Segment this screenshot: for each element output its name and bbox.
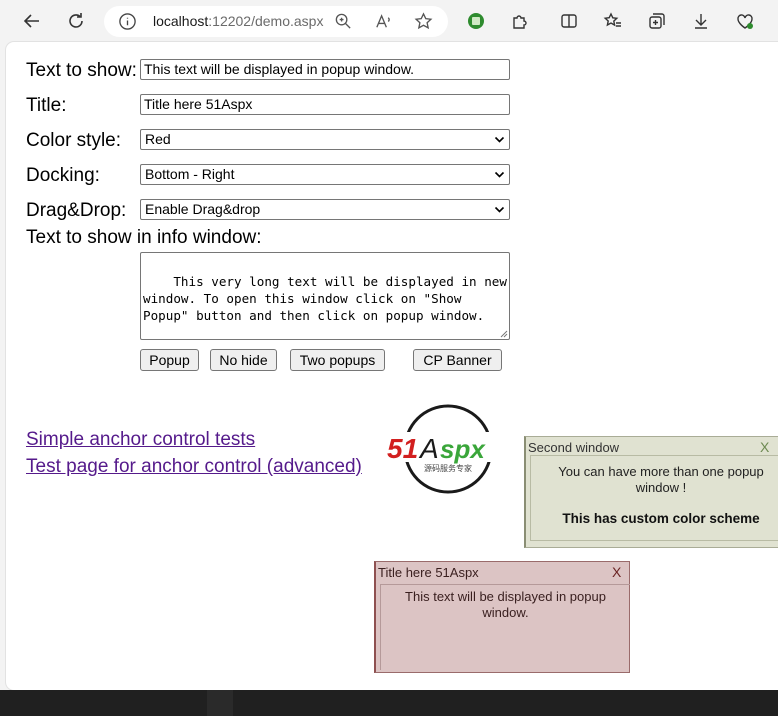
svg-text:51: 51: [387, 433, 418, 464]
second-popup-title: Second window: [528, 440, 620, 455]
simple-anchor-link[interactable]: Simple anchor control tests: [26, 429, 255, 451]
second-popup-bold-text: This has custom color scheme: [562, 511, 760, 526]
second-popup-close-button[interactable]: X: [760, 439, 769, 455]
bottom-bar: [0, 690, 778, 716]
text-to-show-input[interactable]: This text will be displayed in popup win…: [140, 59, 510, 80]
info-window-textarea[interactable]: This very long text will be displayed in…: [140, 252, 510, 340]
main-popup-window[interactable]: Title here 51Aspx X This text will be di…: [374, 561, 630, 673]
taskbar-segment: [207, 690, 233, 716]
second-popup-window[interactable]: Second window X You can have more than o…: [524, 436, 778, 548]
color-style-select[interactable]: Red: [140, 129, 510, 150]
svg-text:源码服务专家: 源码服务专家: [424, 463, 472, 473]
site-info-icon[interactable]: [118, 12, 137, 31]
svg-text:A: A: [418, 433, 439, 464]
color-style-value: Red: [145, 131, 171, 147]
text-to-show-label: Text to show:: [26, 60, 137, 81]
docking-select[interactable]: Bottom - Right: [140, 164, 510, 185]
cp-banner-button[interactable]: CP Banner: [413, 349, 502, 371]
chevron-down-icon: [494, 171, 505, 178]
main-popup-text: This text will be displayed in popup win…: [405, 589, 606, 620]
url-text: localhost:12202/demo.aspx: [153, 13, 324, 29]
second-popup-text: You can have more than one popup window …: [558, 464, 764, 495]
split-screen-icon[interactable]: [557, 9, 581, 33]
back-arrow-icon[interactable]: [20, 9, 44, 33]
51aspx-logo[interactable]: 51 A spx 源码服务专家: [386, 402, 514, 496]
drag-drop-value: Enable Drag&drop: [145, 201, 261, 217]
two-popups-button[interactable]: Two popups: [290, 349, 385, 371]
docking-label: Docking:: [26, 165, 100, 186]
extension-green-icon[interactable]: [464, 9, 488, 33]
page-content: Text to show: This text will be displaye…: [6, 42, 778, 690]
info-window-label: Text to show in info window:: [26, 227, 262, 248]
refresh-icon[interactable]: [64, 9, 88, 33]
browser-toolbar: localhost:12202/demo.aspx: [0, 0, 778, 42]
main-popup-close-button[interactable]: X: [612, 564, 621, 580]
drag-drop-label: Drag&Drop:: [26, 200, 127, 221]
title-input[interactable]: Title here 51Aspx: [140, 94, 510, 115]
chevron-down-icon: [494, 206, 505, 213]
popup-button[interactable]: Popup: [140, 349, 199, 371]
extensions-puzzle-icon[interactable]: [508, 9, 532, 33]
color-style-label: Color style:: [26, 130, 122, 151]
docking-value: Bottom - Right: [145, 166, 235, 182]
main-popup-title: Title here 51Aspx: [378, 565, 479, 580]
read-aloud-icon[interactable]: [374, 12, 393, 31]
second-popup-body: You can have more than one popup window …: [530, 455, 778, 541]
collections-icon[interactable]: [645, 9, 669, 33]
resize-grip-icon[interactable]: [500, 330, 508, 338]
address-bar[interactable]: localhost:12202/demo.aspx: [104, 6, 448, 37]
zoom-icon[interactable]: [334, 12, 353, 31]
no-hide-button[interactable]: No hide: [210, 349, 277, 371]
favorites-icon[interactable]: [601, 9, 625, 33]
download-icon[interactable]: [689, 9, 713, 33]
info-window-text: This very long text will be displayed in…: [143, 274, 507, 323]
favorite-star-icon[interactable]: [414, 12, 433, 31]
drag-drop-select[interactable]: Enable Drag&drop: [140, 199, 510, 220]
browser-essentials-icon[interactable]: [733, 9, 757, 33]
main-popup-body: This text will be displayed in popup win…: [380, 584, 630, 670]
advanced-anchor-link[interactable]: Test page for anchor control (advanced): [26, 456, 362, 478]
chevron-down-icon: [494, 136, 505, 143]
svg-text:spx: spx: [440, 434, 486, 464]
title-label: Title:: [26, 95, 67, 116]
